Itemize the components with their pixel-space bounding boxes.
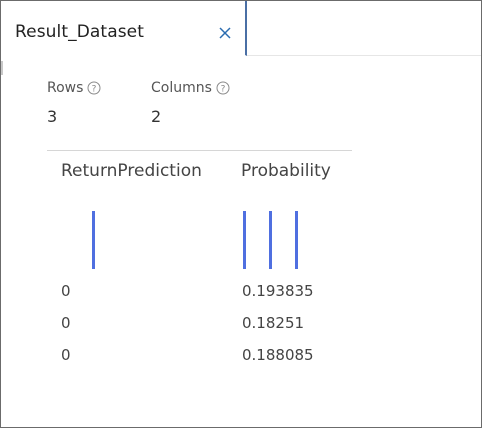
question-circle-icon[interactable]: ? (87, 81, 101, 95)
result-dataset-panel: Result_Dataset Rows ? 3 Columns ? 2 Retu… (0, 0, 482, 428)
rows-value: 3 (47, 107, 58, 126)
table-cell: 0 (61, 314, 71, 332)
table-cell: 0.193835 (242, 282, 314, 300)
rows-label: Rows (47, 80, 84, 96)
column-header-probability[interactable]: Probability (241, 161, 331, 181)
table-cell: 0.18251 (242, 314, 305, 332)
close-icon[interactable] (217, 25, 233, 41)
table-cell: 0 (61, 282, 71, 300)
summary-divider (47, 150, 352, 151)
tab-bar-divider (247, 55, 481, 56)
svg-text:?: ? (221, 85, 226, 95)
columns-stat: Columns ? 2 (151, 79, 230, 126)
tab-bar: Result_Dataset (1, 1, 481, 57)
side-marker (1, 61, 3, 75)
table-cell: 0 (61, 346, 71, 364)
histogram-bar[interactable] (269, 211, 272, 269)
question-circle-icon[interactable]: ? (216, 81, 230, 95)
column-header-returnprediction[interactable]: ReturnPrediction (61, 161, 202, 181)
columns-label: Columns (151, 80, 212, 96)
tab-title: Result_Dataset (15, 22, 144, 42)
tab-result-dataset[interactable]: Result_Dataset (1, 1, 247, 56)
columns-value: 2 (151, 107, 162, 126)
histogram-probability[interactable] (241, 209, 331, 273)
histogram-bar[interactable] (92, 211, 95, 269)
svg-text:?: ? (92, 85, 97, 95)
histogram-bar[interactable] (295, 211, 298, 269)
rows-stat: Rows ? 3 (47, 79, 101, 126)
table-cell: 0.188085 (242, 346, 314, 364)
histogram-returnprediction[interactable] (61, 209, 151, 273)
histogram-bar[interactable] (243, 211, 246, 269)
